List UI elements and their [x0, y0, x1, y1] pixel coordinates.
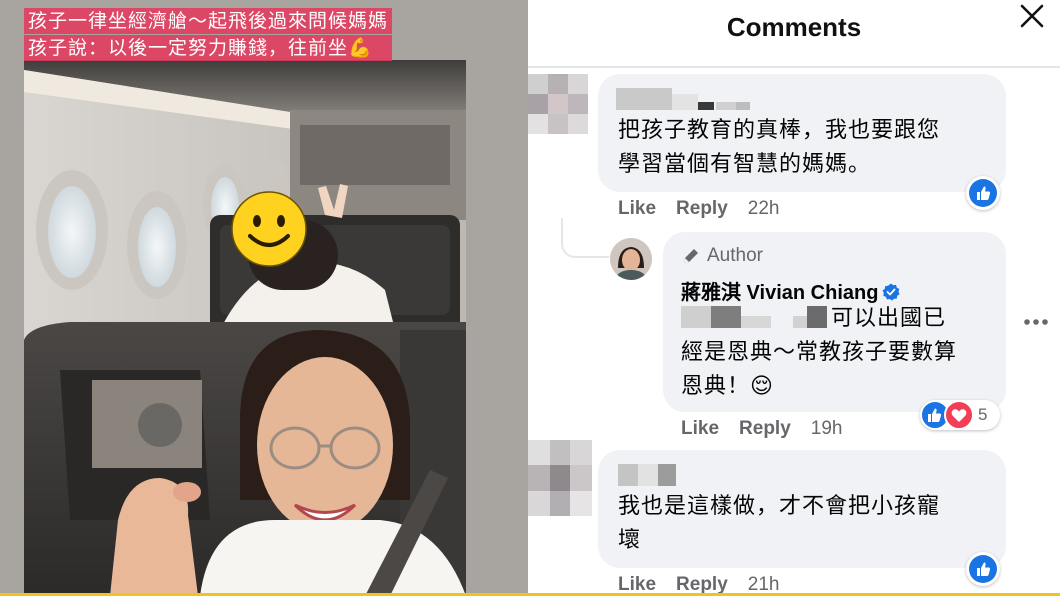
comment-timestamp: 21h — [747, 574, 780, 595]
like-button[interactable]: Like — [681, 418, 719, 439]
like-reaction-badge[interactable] — [966, 176, 1000, 210]
close-icon[interactable] — [1016, 2, 1046, 32]
smiley-face-icon — [231, 191, 307, 267]
reply-button[interactable]: Reply — [676, 574, 728, 595]
redacted-mention — [681, 306, 831, 328]
comment-bubble: 我也是這樣做，才不會把小孩寵 壞 — [598, 450, 1006, 568]
thumbs-up-icon — [977, 186, 991, 200]
reply-button[interactable]: Reply — [676, 198, 728, 219]
comment-text-line: 學習當個有智慧的媽媽。 — [618, 152, 872, 177]
comment-text: 我也是這樣做，才不會把小孩寵 壞 — [618, 490, 940, 558]
relieved-face-emoji: 😌 — [750, 374, 774, 399]
author-name[interactable]: 蔣雅淇 Vivian Chiang — [681, 276, 901, 305]
caption-line-1: 孩子一律坐經濟艙～起飛後過來問候媽媽 — [24, 8, 393, 34]
pen-icon — [684, 249, 698, 263]
reply-thread-line — [561, 218, 609, 258]
avatar-blurred[interactable] — [528, 440, 592, 516]
comment-text-line: 把孩子教育的真棒，我也要跟您 — [618, 118, 941, 143]
comment-actions: Like Reply 19h — [681, 418, 862, 440]
comment-text-segment: 恩典！ — [681, 374, 751, 399]
comment-text-line: 經是恩典～常教孩子要數算 — [681, 340, 958, 365]
love-reaction-icon — [944, 400, 974, 430]
comment-bubble: 把孩子教育的真棒，我也要跟您 學習當個有智慧的媽媽。 — [598, 74, 1006, 192]
author-comment-text: 可以出國已 經是恩典～常教孩子要數算 恩典！😌 — [681, 302, 957, 404]
avatar-blurred[interactable] — [528, 74, 588, 134]
author-avatar-image — [610, 238, 652, 280]
author-tag: Author — [707, 245, 763, 266]
author-name-text[interactable]: 蔣雅淇 Vivian Chiang — [681, 282, 878, 304]
like-button[interactable]: Like — [618, 574, 656, 595]
comment-actions: Like Reply 22h — [618, 198, 799, 220]
like-button[interactable]: Like — [618, 198, 656, 219]
comment-text-line: 我也是這樣做，才不會把小孩寵 — [618, 494, 941, 519]
comments-panel: Comments 把孩子教育的真棒，我也要跟您 學習當個有智慧的媽媽。 Like… — [528, 0, 1060, 596]
more-options-icon[interactable] — [1022, 308, 1050, 336]
comment-text-line: 恩典！😌 — [681, 370, 957, 404]
author-comment-bubble: Author 蔣雅淇 Vivian Chiang 可以出國已 經是恩典～常教孩子… — [663, 232, 1006, 412]
reply-button[interactable]: Reply — [739, 418, 791, 439]
comment-text-line: 可以出國已 — [681, 302, 957, 336]
comment-text: 把孩子教育的真棒，我也要跟您 學習當個有智慧的媽媽。 — [618, 114, 940, 182]
reaction-count: 5 — [978, 405, 988, 424]
comments-header: Comments — [528, 0, 1060, 68]
airplane-cabin-photo — [0, 0, 528, 596]
comment-timestamp: 22h — [747, 198, 780, 219]
flexed-biceps-emoji: 💪 — [348, 37, 373, 59]
caption-line-2: 孩子說：以後一定努力賺錢，往前坐💪 — [24, 35, 393, 61]
story-caption: 孩子一律坐經濟艙～起飛後過來問候媽媽 孩子說：以後一定努力賺錢，往前坐💪 — [24, 8, 393, 62]
thumbs-up-icon — [977, 562, 991, 576]
redacted-username — [618, 464, 688, 486]
comment-timestamp: 19h — [810, 418, 843, 439]
reaction-summary[interactable]: 5 — [920, 400, 1000, 430]
like-reaction-badge[interactable] — [966, 552, 1000, 586]
story-photo-panel: 孩子一律坐經濟艙～起飛後過來問候媽媽 孩子說：以後一定努力賺錢，往前坐💪 — [0, 0, 528, 596]
author-avatar[interactable] — [610, 238, 652, 280]
redacted-username — [616, 88, 756, 110]
verified-badge-icon — [882, 283, 901, 301]
caption-line-2-text: 孩子說：以後一定努力賺錢，往前坐 — [28, 37, 349, 59]
panel-title: Comments — [726, 12, 862, 42]
comment-text-segment: 可以出國已 — [831, 306, 947, 331]
comment-text-line: 壞 — [618, 528, 642, 553]
